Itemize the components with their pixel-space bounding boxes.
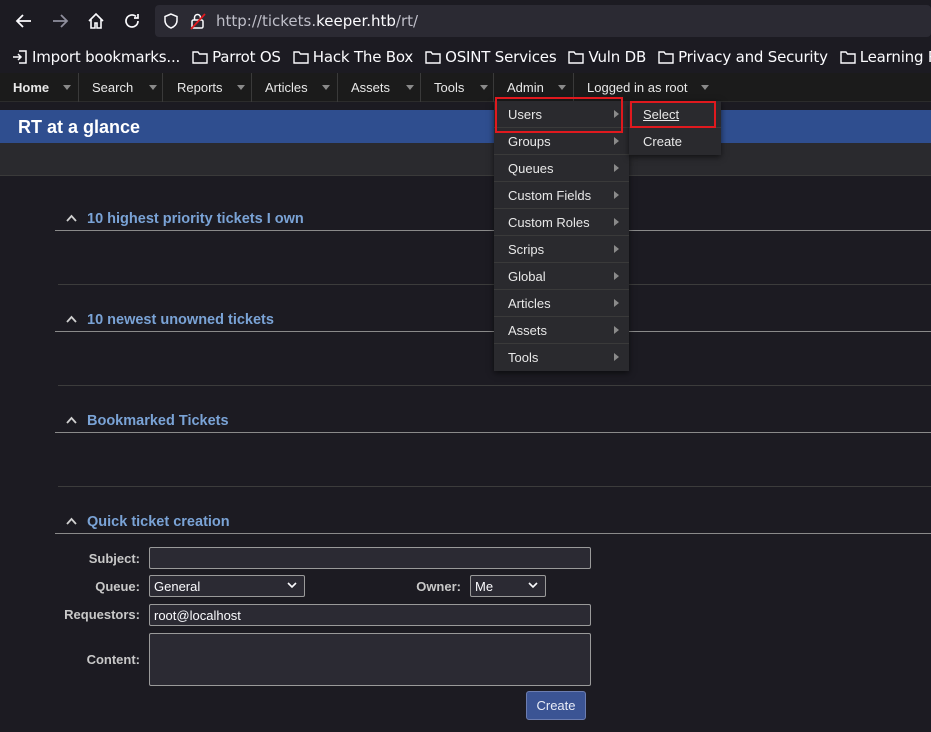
import-icon — [13, 50, 27, 64]
subject-label: Subject: — [88, 551, 140, 566]
admin-menu-item-global[interactable]: Global — [494, 263, 629, 290]
portlet-header-quick-ticket[interactable]: Quick ticket creation — [55, 512, 931, 534]
submenu-arrow-icon — [614, 272, 619, 280]
folder-icon — [840, 51, 856, 64]
admin-menu-item-articles[interactable]: Articles — [494, 290, 629, 317]
chevron-down-icon — [480, 85, 489, 90]
chevron-down-icon — [149, 85, 158, 90]
collapse-chevron-icon[interactable] — [66, 517, 77, 525]
menu-articles[interactable]: Articles — [252, 73, 338, 102]
forward-arrow-icon — [53, 14, 69, 28]
submenu-arrow-icon — [614, 299, 619, 307]
reload-icon — [125, 14, 139, 28]
admin-menu-item-assets[interactable]: Assets — [494, 317, 629, 344]
admin-menu-item-custom-fields[interactable]: Custom Fields — [494, 182, 629, 209]
collapse-chevron-icon[interactable] — [66, 214, 77, 222]
highlight-box-select — [630, 101, 716, 128]
bookmark-import[interactable]: Import bookmarks... — [12, 48, 180, 66]
rt-menu-bar: Home Search Reports Articles Assets Tool… — [0, 73, 931, 102]
submenu-arrow-icon — [614, 245, 619, 253]
forward-button[interactable] — [48, 9, 72, 33]
chevron-down-icon — [236, 85, 245, 90]
owner-label: Owner: — [416, 579, 461, 594]
bookmark-osint-services[interactable]: OSINT Services — [425, 48, 557, 66]
submenu-arrow-icon — [614, 164, 619, 172]
menu-search[interactable]: Search — [79, 73, 163, 102]
chevron-down-icon — [406, 85, 415, 90]
queue-select[interactable]: General — [149, 575, 305, 597]
submenu-arrow-icon — [614, 353, 619, 361]
home-button[interactable] — [84, 9, 108, 33]
url-text[interactable]: http://tickets.keeper.htb/rt/ — [216, 12, 418, 30]
chevron-down-icon — [321, 85, 330, 90]
reload-button[interactable] — [120, 9, 144, 33]
page-title: RT at a glance — [18, 117, 141, 137]
create-ticket-button[interactable]: Create — [526, 691, 586, 720]
admin-menu-item-queues[interactable]: Queues — [494, 155, 629, 182]
bookmark-learning-resources[interactable]: Learning Resources — [840, 48, 931, 66]
admin-dropdown-menu: Users Groups Queues Custom Fields Custom… — [494, 101, 629, 371]
shield-icon[interactable] — [163, 13, 179, 29]
bookmarks-toolbar: Import bookmarks... Parrot OS Hack The B… — [0, 42, 931, 72]
page-title-bar: RT at a glance — [0, 110, 931, 143]
folder-icon — [568, 51, 585, 64]
collapse-chevron-icon[interactable] — [66, 315, 77, 323]
admin-menu-item-tools[interactable]: Tools — [494, 344, 629, 371]
content-label: Content: — [86, 652, 140, 667]
folder-icon — [425, 51, 441, 64]
portlet-divider — [58, 486, 931, 487]
collapse-chevron-icon[interactable] — [66, 416, 77, 424]
folder-icon — [293, 51, 309, 64]
admin-menu-item-scrips[interactable]: Scrips — [494, 236, 629, 263]
portlet-divider — [58, 385, 931, 386]
bookmark-parrot-os[interactable]: Parrot OS — [192, 48, 281, 66]
submenu-arrow-icon — [614, 218, 619, 226]
bookmark-hack-the-box[interactable]: Hack The Box — [293, 48, 413, 66]
menu-home[interactable]: Home — [0, 73, 79, 102]
requestors-label: Requestors: — [64, 607, 140, 622]
highlight-box-users — [495, 97, 623, 133]
chevron-down-icon — [701, 85, 710, 90]
insecure-lock-icon[interactable] — [190, 12, 206, 30]
portlet-header-unowned-tickets[interactable]: 10 newest unowned tickets — [55, 310, 931, 332]
queue-label: Queue: — [95, 579, 140, 594]
submenu-arrow-icon — [614, 326, 619, 334]
submenu-arrow-icon — [614, 191, 619, 199]
menu-reports[interactable]: Reports — [163, 73, 252, 102]
chevron-down-icon — [287, 582, 297, 589]
submenu-arrow-icon — [614, 137, 619, 145]
folder-icon — [192, 51, 208, 64]
requestors-input[interactable]: root@localhost — [149, 604, 591, 626]
folder-icon — [658, 51, 674, 64]
owner-select[interactable]: Me — [470, 575, 546, 597]
portlet-header-bookmarked-tickets[interactable]: Bookmarked Tickets — [55, 411, 931, 433]
users-submenu-create[interactable]: Create — [629, 128, 721, 155]
admin-menu-item-custom-roles[interactable]: Custom Roles — [494, 209, 629, 236]
bookmark-privacy-security[interactable]: Privacy and Security — [658, 48, 828, 66]
back-arrow-icon — [15, 14, 31, 28]
menu-tools[interactable]: Tools — [421, 73, 494, 102]
chevron-down-icon — [63, 85, 72, 90]
bookmark-vuln-db[interactable]: Vuln DB — [568, 48, 646, 66]
subject-input[interactable] — [149, 547, 591, 569]
browser-toolbar: http://tickets.keeper.htb/rt/ — [0, 0, 931, 42]
home-icon — [88, 12, 104, 29]
page-subbar — [0, 143, 931, 176]
back-button[interactable] — [12, 9, 36, 33]
chevron-down-icon — [557, 85, 566, 90]
content-textarea[interactable] — [149, 633, 591, 686]
chevron-down-icon — [528, 582, 538, 589]
menu-assets[interactable]: Assets — [338, 73, 421, 102]
portlet-header-priority-tickets[interactable]: 10 highest priority tickets I own — [55, 209, 931, 231]
